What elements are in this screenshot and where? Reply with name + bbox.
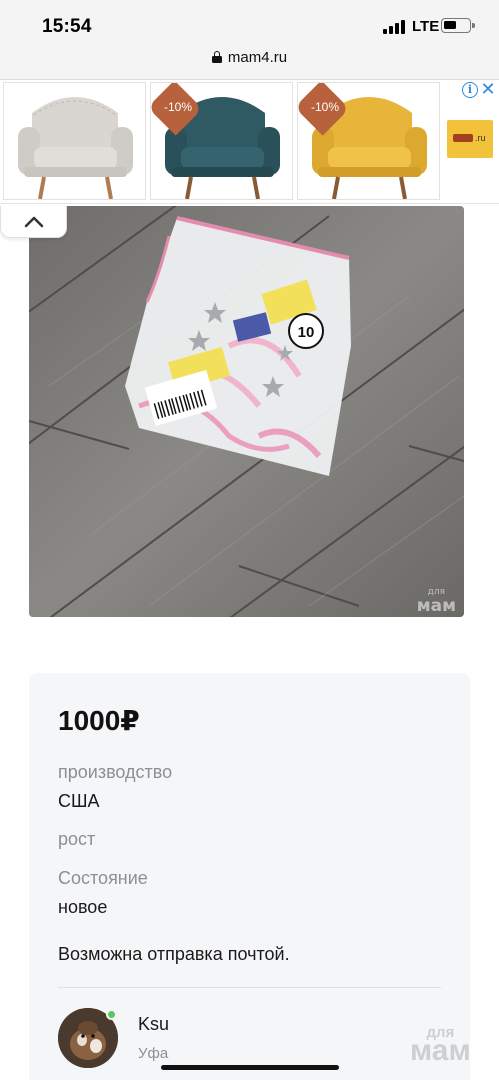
lock-icon xyxy=(211,51,222,63)
network-type: LTE xyxy=(412,18,440,35)
product-image: 10 xyxy=(29,206,464,617)
home-indicator[interactable] xyxy=(161,1065,339,1070)
listing-details: 1000₽ производство США рост Состояние но… xyxy=(29,673,470,1080)
ad-card-3[interactable]: -10% xyxy=(297,82,440,200)
armchair-image xyxy=(4,83,145,199)
seller-city: Уфа xyxy=(138,1045,169,1062)
field-value: новое xyxy=(58,897,108,917)
price: 1000₽ xyxy=(58,705,140,736)
status-bar: 15:54 LTE xyxy=(0,0,499,44)
field-label: рост xyxy=(58,829,96,849)
info-icon[interactable]: i xyxy=(462,82,478,98)
shipping-note: Возможна отправка почтой. xyxy=(58,944,290,964)
discount-label: -10% xyxy=(310,100,339,114)
status-time: 15:54 xyxy=(42,16,92,37)
seller-name[interactable]: Ksu xyxy=(138,1014,169,1035)
ad-card-2[interactable]: -10% xyxy=(150,82,293,200)
close-icon[interactable]: ✕ xyxy=(480,80,496,98)
address-bar[interactable]: mam4.ru xyxy=(0,44,499,80)
chevron-up-icon xyxy=(24,216,44,228)
url-text: mam4.ru xyxy=(227,49,288,66)
ad-card-1[interactable] xyxy=(3,82,146,200)
signal-icon xyxy=(383,20,405,34)
battery-icon xyxy=(441,18,475,33)
size-tag: 10 xyxy=(298,324,315,341)
ad-banner: -10% -10% i ✕ .ru xyxy=(0,80,499,204)
online-status-indicator xyxy=(106,1009,117,1020)
watermark-logo: для мам xyxy=(416,587,456,616)
collapse-ad-button[interactable] xyxy=(0,206,67,238)
watermark-logo: для мам xyxy=(410,1024,471,1067)
field-label: производство xyxy=(58,762,173,782)
advertiser-logo[interactable]: .ru xyxy=(447,120,493,158)
field-label: Состояние xyxy=(58,868,148,888)
discount-label: -10% xyxy=(163,100,192,114)
product-photo[interactable]: 10 для мам xyxy=(29,206,464,617)
divider xyxy=(58,987,441,988)
field-value: США xyxy=(58,791,100,811)
